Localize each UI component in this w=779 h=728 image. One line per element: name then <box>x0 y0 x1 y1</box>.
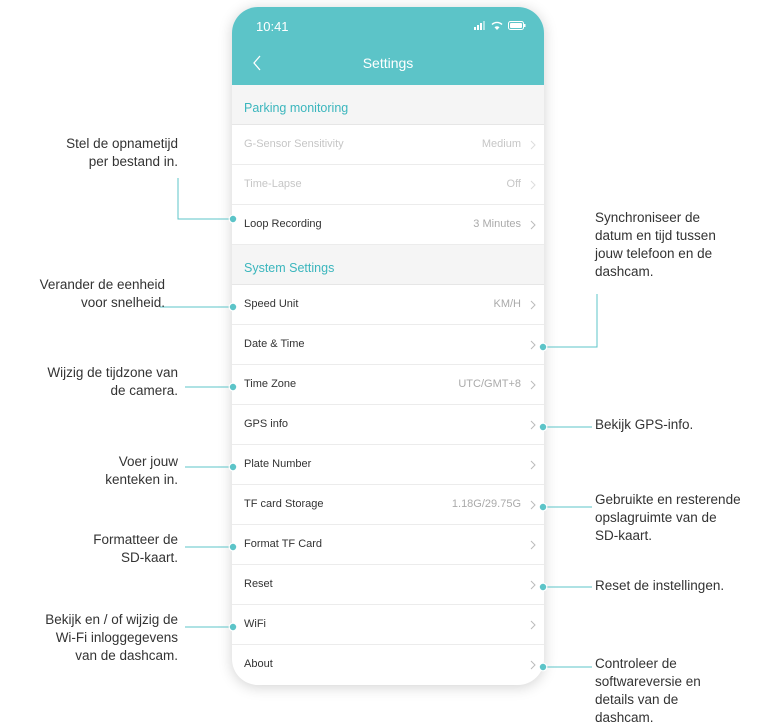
row-label: Speed Unit <box>244 298 299 310</box>
row-time-lapse[interactable]: Time-Lapse Off <box>232 165 544 205</box>
phone-screen: 10:41 Settings Parking monitoring G-Sens… <box>232 7 544 685</box>
row-value: KM/H <box>493 298 522 310</box>
chevron-right-icon <box>530 420 536 430</box>
row-g-sensor-sensitivity[interactable]: G-Sensor Sensitivity Medium <box>232 125 544 165</box>
chevron-right-icon <box>530 580 536 590</box>
annotation-line: softwareversie en <box>595 674 701 689</box>
annotation-line: kenteken in. <box>105 472 178 487</box>
annotation-plate-number: Voer jouw kenteken in. <box>105 453 178 489</box>
annotation-line: opslagruimte van de <box>595 510 717 525</box>
row-label: Reset <box>244 578 273 590</box>
signal-icon <box>474 21 485 30</box>
annotation-time-zone: Wijzig de tijdzone van de camera. <box>47 364 178 400</box>
annotation-loop-recording: Stel de opnametijd per bestand in. <box>66 135 178 171</box>
row-label: TF card Storage <box>244 498 324 510</box>
chevron-right-icon <box>530 660 536 670</box>
battery-icon <box>508 21 526 30</box>
annotation-line: Stel de opnametijd <box>66 136 178 151</box>
row-tf-card-storage[interactable]: TF card Storage 1.18G/29.75G <box>232 485 544 525</box>
annotation-line: details van de <box>595 692 679 707</box>
chevron-right-icon <box>530 340 536 350</box>
annotation-line: SD-kaart. <box>120 550 178 565</box>
row-value: Medium <box>481 138 521 150</box>
annotation-line: Bekijk en / of wijzig de <box>45 612 178 627</box>
annotation-speed-unit: Verander de eenheid voor snelheid. <box>40 276 165 312</box>
annotation-line: voor snelheid. <box>80 295 165 310</box>
annotation-tf-card-storage: Gebruikte en resterende opslagruimte van … <box>595 491 741 545</box>
annotation-line: Bekijk GPS-info. <box>595 417 694 432</box>
row-format-tf-card[interactable]: Format TF Card <box>232 525 544 565</box>
row-label: Time Zone <box>244 378 297 390</box>
annotation-line: de camera. <box>110 383 178 398</box>
wifi-icon <box>491 21 503 30</box>
row-label: Plate Number <box>244 458 312 470</box>
row-label: G-Sensor Sensitivity <box>244 138 344 150</box>
chevron-right-icon <box>530 460 536 470</box>
app-header: 10:41 Settings <box>232 7 544 85</box>
row-date-time[interactable]: Date & Time <box>232 325 544 365</box>
row-gps-info[interactable]: GPS info <box>232 405 544 445</box>
annotation-line: Synchroniseer de <box>595 210 701 225</box>
section-system-settings: System Settings <box>232 245 544 285</box>
annotation-reset: Reset de instellingen. <box>595 577 724 595</box>
row-label: Time-Lapse <box>244 178 302 190</box>
annotation-line: dashcam. <box>595 710 654 725</box>
status-time: 10:41 <box>256 19 289 34</box>
chevron-right-icon <box>530 140 536 150</box>
annotation-line: dashcam. <box>595 264 654 279</box>
row-label: Loop Recording <box>244 218 322 230</box>
annotation-line: van de dashcam. <box>75 648 178 663</box>
annotation-line: Reset de instellingen. <box>595 578 725 593</box>
annotation-format-tf-card: Formatteer de SD-kaart. <box>93 531 178 567</box>
row-value: UTC/GMT+8 <box>458 378 521 390</box>
section-title: System Settings <box>244 261 335 275</box>
annotation-line: Wijzig de tijdzone van <box>47 365 178 380</box>
annotation-line: jouw telefoon en de <box>595 246 713 261</box>
annotation-gps-info: Bekijk GPS-info. <box>595 416 693 434</box>
row-label: About <box>244 658 273 670</box>
annotation-line: Controleer de <box>595 656 677 671</box>
row-value: 1.18G/29.75G <box>451 498 521 510</box>
row-time-zone[interactable]: Time Zone UTC/GMT+8 <box>232 365 544 405</box>
annotation-line: Voer jouw <box>118 454 178 469</box>
annotation-line: Wi-Fi inloggegevens <box>55 630 178 645</box>
chevron-right-icon <box>530 500 536 510</box>
annotation-line: per bestand in. <box>88 154 178 169</box>
chevron-right-icon <box>530 380 536 390</box>
annotation-line: Verander de eenheid <box>39 277 165 292</box>
row-wifi[interactable]: WiFi <box>232 605 544 645</box>
annotation-line: Gebruikte en resterende <box>595 492 741 507</box>
annotation-line: datum en tijd tussen <box>595 228 716 243</box>
section-title: Parking monitoring <box>244 101 349 115</box>
annotation-line: Formatteer de <box>93 532 178 547</box>
row-loop-recording[interactable]: Loop Recording 3 Minutes <box>232 205 544 245</box>
row-speed-unit[interactable]: Speed Unit KM/H <box>232 285 544 325</box>
row-reset[interactable]: Reset <box>232 565 544 605</box>
row-label: Format TF Card <box>244 538 323 550</box>
row-label: GPS info <box>244 418 289 430</box>
section-parking-monitoring: Parking monitoring <box>232 85 544 125</box>
row-plate-number[interactable]: Plate Number <box>232 445 544 485</box>
chevron-right-icon <box>530 300 536 310</box>
row-about[interactable]: About <box>232 645 544 685</box>
annotation-wifi: Bekijk en / of wijzig de Wi-Fi inloggegev… <box>45 611 178 665</box>
row-label: Date & Time <box>244 338 305 350</box>
chevron-right-icon <box>530 180 536 190</box>
status-icons <box>474 21 526 30</box>
chevron-right-icon <box>530 540 536 550</box>
chevron-right-icon <box>530 620 536 630</box>
annotation-line: SD-kaart. <box>595 528 653 543</box>
annotation-date-time: Synchroniseer de datum en tijd tussen jou… <box>595 209 716 281</box>
page-title: Settings <box>362 55 414 71</box>
chevron-right-icon <box>530 220 536 230</box>
row-label: WiFi <box>244 618 266 630</box>
row-value: Off <box>506 178 521 190</box>
annotation-about: Controleer de softwareversie en details v… <box>595 655 701 727</box>
row-value: 3 Minutes <box>473 218 521 230</box>
